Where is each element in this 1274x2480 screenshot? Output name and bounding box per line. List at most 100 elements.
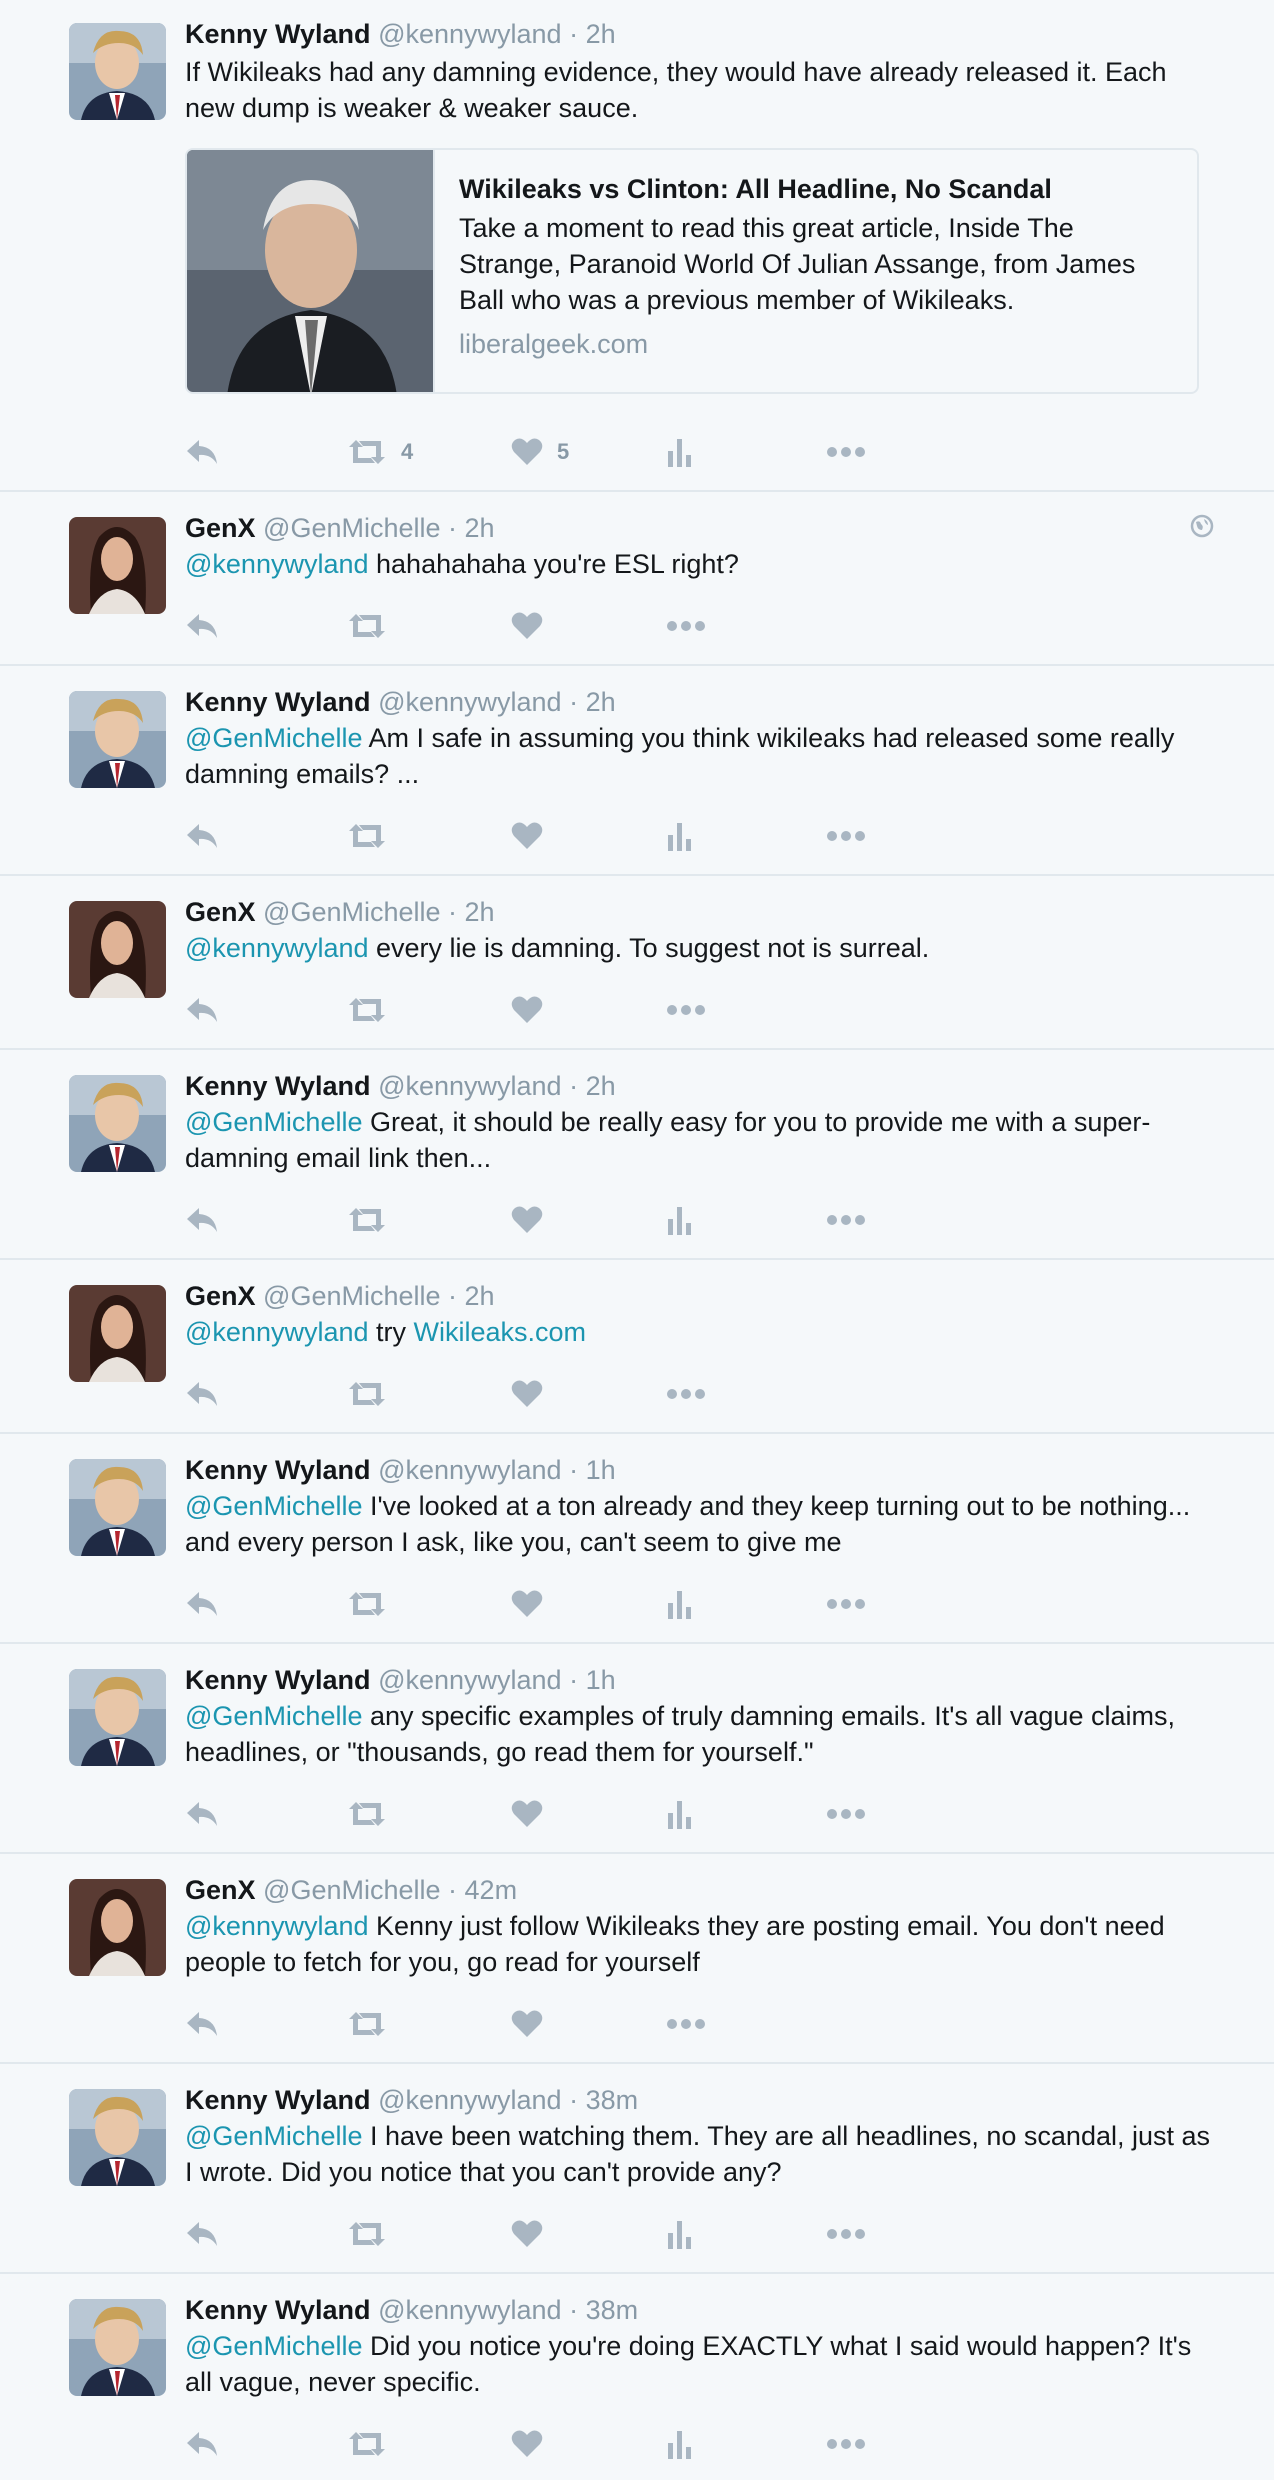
handle[interactable]: @GenMichelle: [263, 513, 440, 543]
mention-link[interactable]: @GenMichelle: [185, 2121, 362, 2151]
avatar-genx[interactable]: [69, 517, 166, 614]
reply-button[interactable]: [185, 432, 219, 472]
mention-link[interactable]: @GenMichelle: [185, 723, 362, 753]
like-button[interactable]: [511, 990, 543, 1030]
more-button[interactable]: [827, 1200, 865, 1240]
tweet[interactable]: GenX @GenMichelle · 2h @kennywyland try …: [0, 1260, 1274, 1434]
handle[interactable]: @GenMichelle: [263, 897, 440, 927]
timestamp[interactable]: 1h: [586, 1665, 616, 1695]
like-button[interactable]: [511, 2004, 543, 2044]
like-button[interactable]: [511, 1374, 543, 1414]
display-name[interactable]: GenX: [185, 897, 256, 927]
more-button[interactable]: [667, 990, 705, 1030]
like-button[interactable]: 5: [511, 432, 569, 472]
display-name[interactable]: Kenny Wyland: [185, 1665, 371, 1695]
analytics-button[interactable]: [667, 1584, 693, 1624]
like-button[interactable]: [511, 816, 543, 856]
avatar-genx[interactable]: [69, 1285, 166, 1382]
card-title[interactable]: Wikileaks vs Clinton: All Headline, No S…: [459, 172, 1173, 206]
mention-link[interactable]: @kennywyland: [185, 933, 369, 963]
reply-button[interactable]: [185, 816, 219, 856]
avatar-genx[interactable]: [69, 1879, 166, 1976]
more-button[interactable]: [827, 1584, 865, 1624]
display-name[interactable]: GenX: [185, 513, 256, 543]
card-domain[interactable]: liberalgeek.com: [459, 326, 1173, 362]
more-button[interactable]: [827, 2214, 865, 2254]
timestamp[interactable]: 2h: [465, 1281, 495, 1311]
retweet-button[interactable]: [347, 1794, 387, 1834]
reply-button[interactable]: [185, 2214, 219, 2254]
handle[interactable]: @GenMichelle: [263, 1281, 440, 1311]
like-button[interactable]: [511, 1584, 543, 1624]
tweet[interactable]: Kenny Wyland @kennywyland · 2h @GenMiche…: [0, 666, 1274, 876]
handle[interactable]: @kennywyland: [378, 687, 562, 717]
mention-link[interactable]: @GenMichelle: [185, 1107, 362, 1137]
display-name[interactable]: GenX: [185, 1875, 256, 1905]
more-button[interactable]: [827, 816, 865, 856]
display-name[interactable]: Kenny Wyland: [185, 2295, 371, 2325]
avatar-kenny[interactable]: [69, 2299, 166, 2396]
like-button[interactable]: [511, 2424, 543, 2464]
reply-button[interactable]: [185, 1794, 219, 1834]
handle[interactable]: @kennywyland: [378, 19, 562, 49]
url-link[interactable]: Wikileaks.com: [414, 1317, 587, 1347]
avatar-kenny[interactable]: [69, 23, 166, 120]
handle[interactable]: @kennywyland: [378, 2085, 562, 2115]
avatar-kenny[interactable]: [69, 691, 166, 788]
timestamp[interactable]: 2h: [586, 687, 616, 717]
avatar-kenny[interactable]: [69, 1669, 166, 1766]
timestamp[interactable]: 2h: [465, 897, 495, 927]
retweet-button[interactable]: [347, 2214, 387, 2254]
retweet-button[interactable]: 4: [347, 432, 413, 472]
mention-link[interactable]: @GenMichelle: [185, 2331, 362, 2361]
retweet-button[interactable]: [347, 1200, 387, 1240]
more-button[interactable]: [667, 1374, 705, 1414]
timestamp[interactable]: 2h: [586, 19, 616, 49]
avatar-kenny[interactable]: [69, 1075, 166, 1172]
handle[interactable]: @kennywyland: [378, 1071, 562, 1101]
tweet[interactable]: Kenny Wyland @kennywyland · 1h @GenMiche…: [0, 1644, 1274, 1854]
analytics-button[interactable]: [667, 2424, 693, 2464]
like-button[interactable]: [511, 1794, 543, 1834]
timestamp[interactable]: 42m: [465, 1875, 518, 1905]
reply-button[interactable]: [185, 2424, 219, 2464]
analytics-button[interactable]: [667, 816, 693, 856]
handle[interactable]: @kennywyland: [378, 1665, 562, 1695]
retweet-button[interactable]: [347, 2004, 387, 2044]
display-name[interactable]: Kenny Wyland: [185, 687, 371, 717]
tweet[interactable]: GenX @GenMichelle · 42m @kennywyland Ken…: [0, 1854, 1274, 2064]
reply-button[interactable]: [185, 1374, 219, 1414]
analytics-button[interactable]: [667, 432, 693, 472]
like-button[interactable]: [511, 606, 543, 646]
avatar-kenny[interactable]: [69, 2089, 166, 2186]
timestamp[interactable]: 38m: [586, 2085, 639, 2115]
tweet[interactable]: Kenny Wyland @kennywyland · 38m @GenMich…: [0, 2274, 1274, 2480]
timestamp[interactable]: 1h: [586, 1455, 616, 1485]
handle[interactable]: @kennywyland: [378, 2295, 562, 2325]
more-button[interactable]: [667, 2004, 705, 2044]
tweet[interactable]: Kenny Wyland @kennywyland · 2h @GenMiche…: [0, 1050, 1274, 1260]
analytics-button[interactable]: [667, 1794, 693, 1834]
reply-button[interactable]: [185, 1584, 219, 1624]
more-button[interactable]: [827, 1794, 865, 1834]
reply-button[interactable]: [185, 990, 219, 1030]
like-button[interactable]: [511, 2214, 543, 2254]
reply-button[interactable]: [185, 1200, 219, 1240]
retweet-button[interactable]: [347, 990, 387, 1030]
retweet-button[interactable]: [347, 816, 387, 856]
display-name[interactable]: GenX: [185, 1281, 256, 1311]
retweet-button[interactable]: [347, 606, 387, 646]
mention-link[interactable]: @GenMichelle: [185, 1491, 362, 1521]
retweet-button[interactable]: [347, 2424, 387, 2464]
more-button[interactable]: [827, 432, 865, 472]
tweet[interactable]: GenX @GenMichelle · 2h @kennywyland haha…: [0, 492, 1274, 666]
like-button[interactable]: [511, 1200, 543, 1240]
tweet[interactable]: Kenny Wyland @kennywyland · 38m @GenMich…: [0, 2064, 1274, 2274]
reply-button[interactable]: [185, 2004, 219, 2044]
handle[interactable]: @kennywyland: [378, 1455, 562, 1485]
more-button[interactable]: [827, 2424, 865, 2464]
tweet[interactable]: GenX @GenMichelle · 2h @kennywyland ever…: [0, 876, 1274, 1050]
handle[interactable]: @GenMichelle: [263, 1875, 440, 1905]
mention-link[interactable]: @GenMichelle: [185, 1701, 362, 1731]
reply-button[interactable]: [185, 606, 219, 646]
